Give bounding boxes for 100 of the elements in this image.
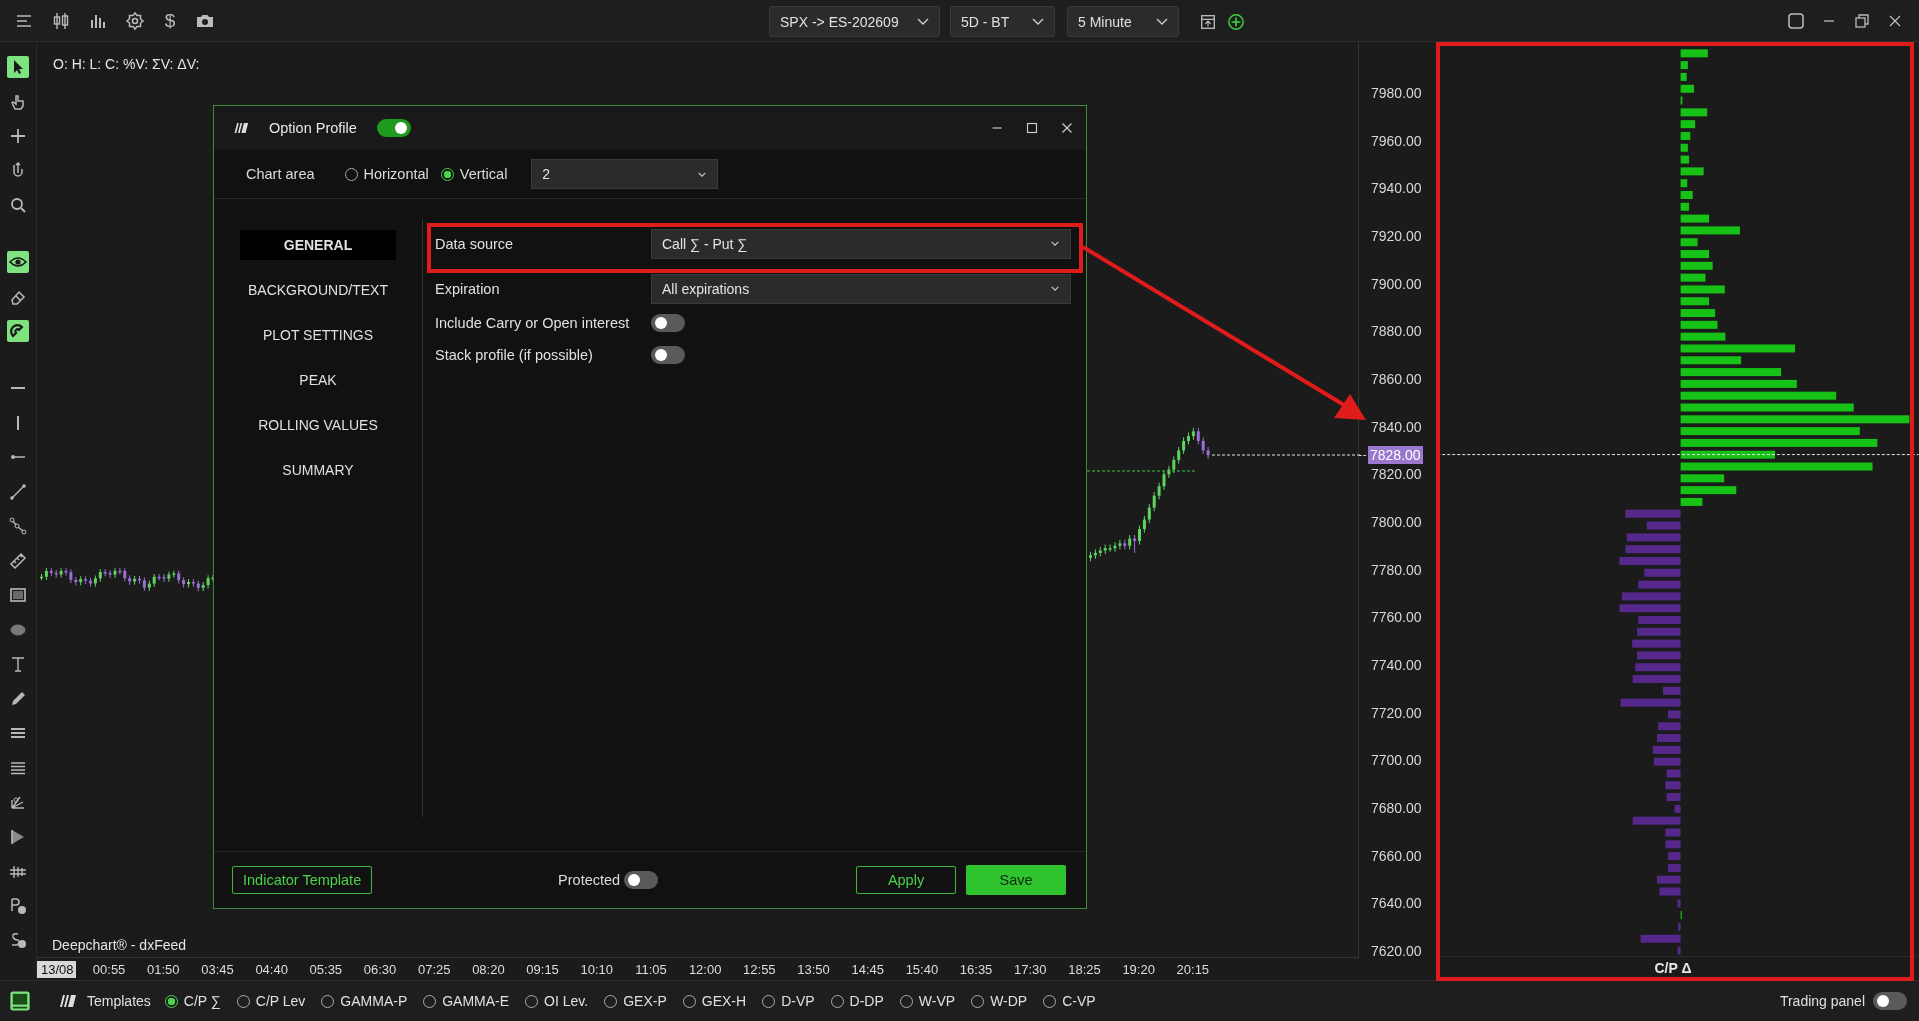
- time-label: 03:45: [200, 961, 235, 977]
- template-radio[interactable]: GEX-H: [682, 993, 747, 1009]
- eye-icon[interactable]: [7, 251, 29, 273]
- add-icon[interactable]: [1227, 12, 1245, 31]
- template-radio[interactable]: C/P ∑: [164, 993, 221, 1009]
- template-radio[interactable]: D-VP: [762, 993, 815, 1009]
- field-label: Expiration: [435, 280, 501, 297]
- price-label: 7840.00: [1371, 417, 1422, 436]
- trading-panel-toggle[interactable]: [1873, 992, 1907, 1010]
- interval-select[interactable]: 5 Minute: [1067, 6, 1179, 37]
- apply-button[interactable]: Apply: [856, 866, 956, 894]
- price-label: 7700.00: [1371, 751, 1422, 770]
- time-label: 05:35: [308, 961, 344, 977]
- dropdown-field[interactable]: Call ∑ - Put ∑: [651, 228, 1071, 259]
- save-button[interactable]: Save: [966, 865, 1066, 895]
- field-label: Stack profile (if possible): [435, 347, 594, 363]
- monitor-icon[interactable]: [8, 989, 32, 1013]
- orientation-radio[interactable]: Vertical: [440, 166, 508, 182]
- time-label: 18:25: [1067, 961, 1102, 977]
- template-radio[interactable]: GAMMA-P: [321, 993, 408, 1009]
- chart-area-select[interactable]: 2: [531, 159, 719, 189]
- template-radio[interactable]: GEX-P: [604, 993, 667, 1009]
- price-label: 7740.00: [1371, 655, 1422, 674]
- template-radio[interactable]: W-VP: [899, 993, 956, 1009]
- pointer-icon[interactable]: [7, 56, 29, 78]
- time-label: 12:55: [742, 961, 777, 977]
- template-radio[interactable]: D-DP: [830, 993, 884, 1009]
- caret-icon: [697, 170, 708, 178]
- protected-toggle[interactable]: [624, 871, 659, 889]
- settings-tab[interactable]: ROLLING VALUES: [240, 410, 396, 440]
- settings-tab[interactable]: GENERAL: [240, 230, 396, 260]
- price-label: 7900.00: [1371, 274, 1422, 293]
- trading-panel-label: Trading panel: [1779, 993, 1865, 1009]
- currency-button[interactable]: $: [162, 9, 178, 32]
- price-label: 7960.00: [1371, 131, 1422, 150]
- option-toggle[interactable]: [651, 314, 685, 332]
- price-label: 7920.00: [1371, 226, 1422, 245]
- date-label: 13/08: [37, 960, 76, 978]
- time-label: 19:20: [1121, 961, 1156, 977]
- template-radio[interactable]: C-VP: [1043, 993, 1096, 1009]
- template-radio[interactable]: OI Lev.: [525, 993, 589, 1009]
- time-label: 07:25: [416, 961, 452, 977]
- symbol-select[interactable]: SPX -> ES-202609: [769, 6, 940, 37]
- settings-icon[interactable]: [125, 10, 145, 31]
- dropdown-field[interactable]: All expirations: [651, 273, 1071, 304]
- field-label: Data source: [435, 235, 515, 252]
- settings-tab[interactable]: BACKGROUND/TEXT: [240, 275, 396, 305]
- layout-icon[interactable]: [1786, 10, 1806, 31]
- time-label: 13:50: [796, 961, 831, 977]
- magnet-icon[interactable]: [7, 320, 29, 342]
- price-label: 7780.00: [1371, 560, 1422, 579]
- time-label: 10:10: [579, 961, 615, 977]
- option-toggle[interactable]: [651, 346, 685, 364]
- template-radio[interactable]: C/P Lev: [236, 993, 306, 1009]
- logo-icon: [232, 122, 249, 134]
- time-label: 16:35: [958, 961, 994, 977]
- price-label: 7640.00: [1371, 894, 1422, 913]
- profile-label: C/P Δ: [1437, 956, 1919, 980]
- time-label: 06:30: [362, 961, 398, 977]
- time-label: 04:40: [254, 961, 289, 977]
- data-source-label: Deepchart® - dxFeed: [52, 937, 187, 953]
- price-label: 7760.00: [1371, 608, 1422, 627]
- field-label: Include Carry or Open interest: [435, 315, 631, 331]
- price-label: 7800.00: [1371, 512, 1422, 531]
- time-label: 00:55: [91, 961, 127, 977]
- price-label: 7880.00: [1371, 322, 1422, 341]
- caret-icon: [917, 17, 929, 26]
- price-label: 7860.00: [1371, 369, 1422, 388]
- price-label: 7720.00: [1371, 703, 1422, 722]
- chart-area-label: Chart area: [246, 166, 315, 182]
- enable-toggle[interactable]: [376, 119, 411, 137]
- logo-icon: [57, 994, 77, 1008]
- dialog-title: Option Profile: [269, 120, 357, 136]
- price-label: 7620.00: [1371, 941, 1422, 960]
- range-select[interactable]: 5D - BT: [950, 6, 1055, 37]
- candlestick-icon[interactable]: [51, 10, 71, 31]
- price-label: 7980.00: [1371, 84, 1422, 102]
- polyline-icon[interactable]: [7, 515, 29, 537]
- template-radio[interactable]: GAMMA-E: [423, 993, 510, 1009]
- caret-icon: [1050, 240, 1060, 247]
- price-label: 7660.00: [1371, 846, 1422, 865]
- settings-tab[interactable]: SUMMARY: [240, 455, 396, 485]
- indicator-template-button[interactable]: Indicator Template: [232, 866, 373, 894]
- caret-icon: [1156, 17, 1168, 26]
- time-label: 15:40: [904, 961, 940, 977]
- time-label: 14:45: [850, 961, 885, 977]
- orientation-radio[interactable]: Horizontal: [344, 166, 429, 182]
- time-label: 09:15: [525, 961, 560, 977]
- template-radio[interactable]: W-DP: [971, 993, 1028, 1009]
- protected-label: Protected: [558, 872, 621, 888]
- time-label: 11:05: [634, 961, 668, 977]
- time-label: 12:00: [687, 961, 723, 977]
- time-label: 08:20: [471, 961, 506, 977]
- window-icon[interactable]: [1199, 12, 1217, 31]
- caret-icon: [1050, 285, 1060, 292]
- settings-tab[interactable]: PLOT SETTINGS: [240, 320, 396, 350]
- time-label: 17:30: [1013, 961, 1048, 977]
- settings-tab[interactable]: PEAK: [240, 365, 396, 395]
- time-label: 01:50: [146, 961, 181, 977]
- price-label: 7940.00: [1371, 179, 1422, 198]
